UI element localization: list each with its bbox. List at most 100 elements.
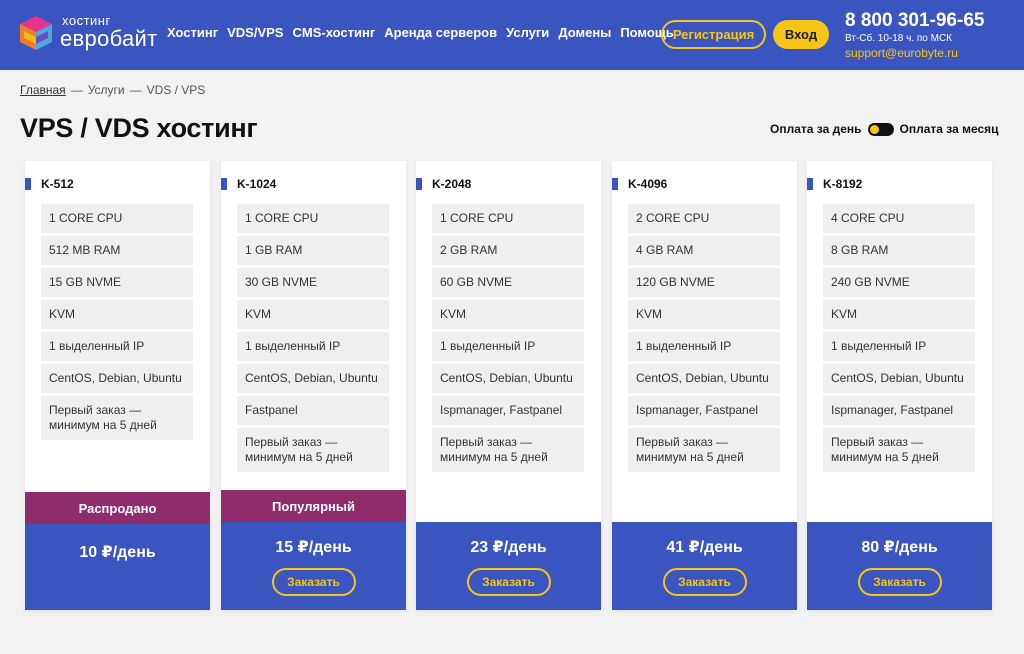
plan-price: 80 ₽/день xyxy=(861,539,938,556)
price-box: 23 ₽/день Заказать xyxy=(416,522,601,610)
feature-item: 2 GB RAM xyxy=(432,236,584,265)
feature-item: CentOS, Debian, Ubuntu xyxy=(432,364,584,393)
feature-item: Ispmanager, Fastpanel xyxy=(823,396,975,425)
feature-item: Fastpanel xyxy=(237,396,389,425)
feature-item: KVM xyxy=(237,300,389,329)
nav-domains[interactable]: Домены xyxy=(558,25,611,40)
plan-price: 41 ₽/день xyxy=(666,539,743,556)
feature-item: 1 выделенный IP xyxy=(237,332,389,361)
price-box: 15 ₽/день Заказать xyxy=(221,522,406,610)
feature-item: 240 GB NVME xyxy=(823,268,975,297)
support-email[interactable]: support@eurobyte.ru xyxy=(845,46,984,60)
card-marker xyxy=(25,178,31,190)
plan-card-k2048: K-2048 1 CORE CPU 2 GB RAM 60 GB NVME KV… xyxy=(416,161,601,610)
feature-item: Первый заказ — минимум на 5 дней xyxy=(823,428,975,472)
plan-name: K-1024 xyxy=(237,177,277,191)
feature-item: Первый заказ — минимум на 5 дней xyxy=(41,396,193,440)
card-marker xyxy=(416,178,422,190)
feature-item: 4 GB RAM xyxy=(628,236,780,265)
sold-out-badge: Распродано xyxy=(25,492,210,524)
feature-item: 1 выделенный IP xyxy=(41,332,193,361)
contact-block: 8 800 301-96-65 Вт-Сб. 10-18 ч. по МСК s… xyxy=(845,10,984,60)
feature-item: 30 GB NVME xyxy=(237,268,389,297)
breadcrumb-services[interactable]: Услуги xyxy=(88,83,125,97)
feature-item: Первый заказ — минимум на 5 дней xyxy=(237,428,389,472)
feature-item: 1 CORE CPU xyxy=(41,204,193,233)
page-title: VPS / VDS хостинг xyxy=(20,113,258,143)
order-button[interactable]: Заказать xyxy=(271,568,356,596)
feature-item: KVM xyxy=(432,300,584,329)
plan-price: 10 ₽/день xyxy=(79,544,156,561)
feature-item: 512 MB RAM xyxy=(41,236,193,265)
feature-item: 2 CORE CPU xyxy=(628,204,780,233)
order-button[interactable]: Заказать xyxy=(662,568,747,596)
nav-hosting[interactable]: Хостинг xyxy=(167,25,218,40)
nav-cms-hosting[interactable]: CMS-хостинг xyxy=(292,25,375,40)
site-header: хостинг евробайт Хостинг VDS/VPS CMS-хос… xyxy=(0,0,1024,70)
plan-name: K-2048 xyxy=(432,177,472,191)
popular-badge: Популярный xyxy=(221,490,406,522)
plan-card-k1024: K-1024 1 CORE CPU 1 GB RAM 30 GB NVME KV… xyxy=(221,161,406,610)
feature-item: CentOS, Debian, Ubuntu xyxy=(823,364,975,393)
feature-list: 1 CORE CPU 1 GB RAM 30 GB NVME KVM 1 выд… xyxy=(237,204,389,475)
feature-list: 4 CORE CPU 8 GB RAM 240 GB NVME KVM 1 вы… xyxy=(823,204,975,475)
feature-item: KVM xyxy=(823,300,975,329)
price-box: 80 ₽/день Заказать xyxy=(807,522,992,610)
plan-card-k8192: K-8192 4 CORE CPU 8 GB RAM 240 GB NVME K… xyxy=(807,161,992,610)
feature-item: Ispmanager, Fastpanel xyxy=(432,396,584,425)
plan-name: K-512 xyxy=(41,177,74,191)
feature-item: KVM xyxy=(628,300,780,329)
order-button[interactable]: Заказать xyxy=(857,568,942,596)
price-box: 41 ₽/день Заказать xyxy=(612,522,797,610)
feature-item: 1 выделенный IP xyxy=(823,332,975,361)
plan-card-k512: K-512 1 CORE CPU 512 MB RAM 15 GB NVME K… xyxy=(25,161,210,610)
plan-name: K-4096 xyxy=(628,177,668,191)
feature-item: 1 CORE CPU xyxy=(432,204,584,233)
nav-server-rent[interactable]: Аренда серверов xyxy=(384,25,497,40)
feature-item: 1 выделенный IP xyxy=(432,332,584,361)
feature-item: CentOS, Debian, Ubuntu xyxy=(41,364,193,393)
logo-big-text: евробайт xyxy=(60,26,158,51)
working-hours: Вт-Сб. 10-18 ч. по МСК xyxy=(845,33,953,44)
phone-number[interactable]: 8 800 301-96-65 xyxy=(845,10,984,32)
feature-item: 15 GB NVME xyxy=(41,268,193,297)
feature-item: 4 CORE CPU xyxy=(823,204,975,233)
register-button[interactable]: Регистрация xyxy=(661,20,766,49)
feature-item: 1 GB RAM xyxy=(237,236,389,265)
feature-list: 1 CORE CPU 2 GB RAM 60 GB NVME KVM 1 выд… xyxy=(432,204,584,475)
price-box: 10 ₽/день xyxy=(25,524,210,610)
plan-price: 23 ₽/день xyxy=(470,539,547,556)
feature-item: 60 GB NVME xyxy=(432,268,584,297)
plan-price: 15 ₽/день xyxy=(275,539,352,556)
feature-item: 1 выделенный IP xyxy=(628,332,780,361)
switch-knob xyxy=(869,124,879,134)
breadcrumb-separator: — xyxy=(129,83,142,97)
breadcrumb: Главная — Услуги — VDS / VPS xyxy=(20,83,205,97)
feature-item: KVM xyxy=(41,300,193,329)
feature-item: CentOS, Debian, Ubuntu xyxy=(237,364,389,393)
nav-services[interactable]: Услуги xyxy=(506,25,549,40)
card-marker xyxy=(221,178,227,190)
pay-daily-label[interactable]: Оплата за день xyxy=(770,122,862,136)
feature-list: 2 CORE CPU 4 GB RAM 120 GB NVME KVM 1 вы… xyxy=(628,204,780,475)
feature-item: Первый заказ — минимум на 5 дней xyxy=(432,428,584,472)
feature-item: Первый заказ — минимум на 5 дней xyxy=(628,428,780,472)
card-marker xyxy=(612,178,618,190)
breadcrumb-home[interactable]: Главная xyxy=(20,83,66,97)
logo-text[interactable]: хостинг евробайт xyxy=(60,14,158,50)
feature-item: Ispmanager, Fastpanel xyxy=(628,396,780,425)
login-button[interactable]: Вход xyxy=(773,20,829,49)
feature-item: 8 GB RAM xyxy=(823,236,975,265)
order-button[interactable]: Заказать xyxy=(466,568,551,596)
breadcrumb-separator: — xyxy=(70,83,83,97)
plan-name: K-8192 xyxy=(823,177,863,191)
plan-card-k4096: K-4096 2 CORE CPU 4 GB RAM 120 GB NVME K… xyxy=(612,161,797,610)
pay-period-switch[interactable] xyxy=(867,122,894,136)
feature-list: 1 CORE CPU 512 MB RAM 15 GB NVME KVM 1 в… xyxy=(41,204,193,443)
pay-monthly-label[interactable]: Оплата за месяц xyxy=(900,122,999,136)
breadcrumb-current: VDS / VPS xyxy=(146,83,206,97)
feature-item: 1 CORE CPU xyxy=(237,204,389,233)
main-nav: Хостинг VDS/VPS CMS-хостинг Аренда серве… xyxy=(167,25,683,40)
eurobyte-logo-icon[interactable] xyxy=(18,14,54,52)
nav-vds-vps[interactable]: VDS/VPS xyxy=(227,25,283,40)
